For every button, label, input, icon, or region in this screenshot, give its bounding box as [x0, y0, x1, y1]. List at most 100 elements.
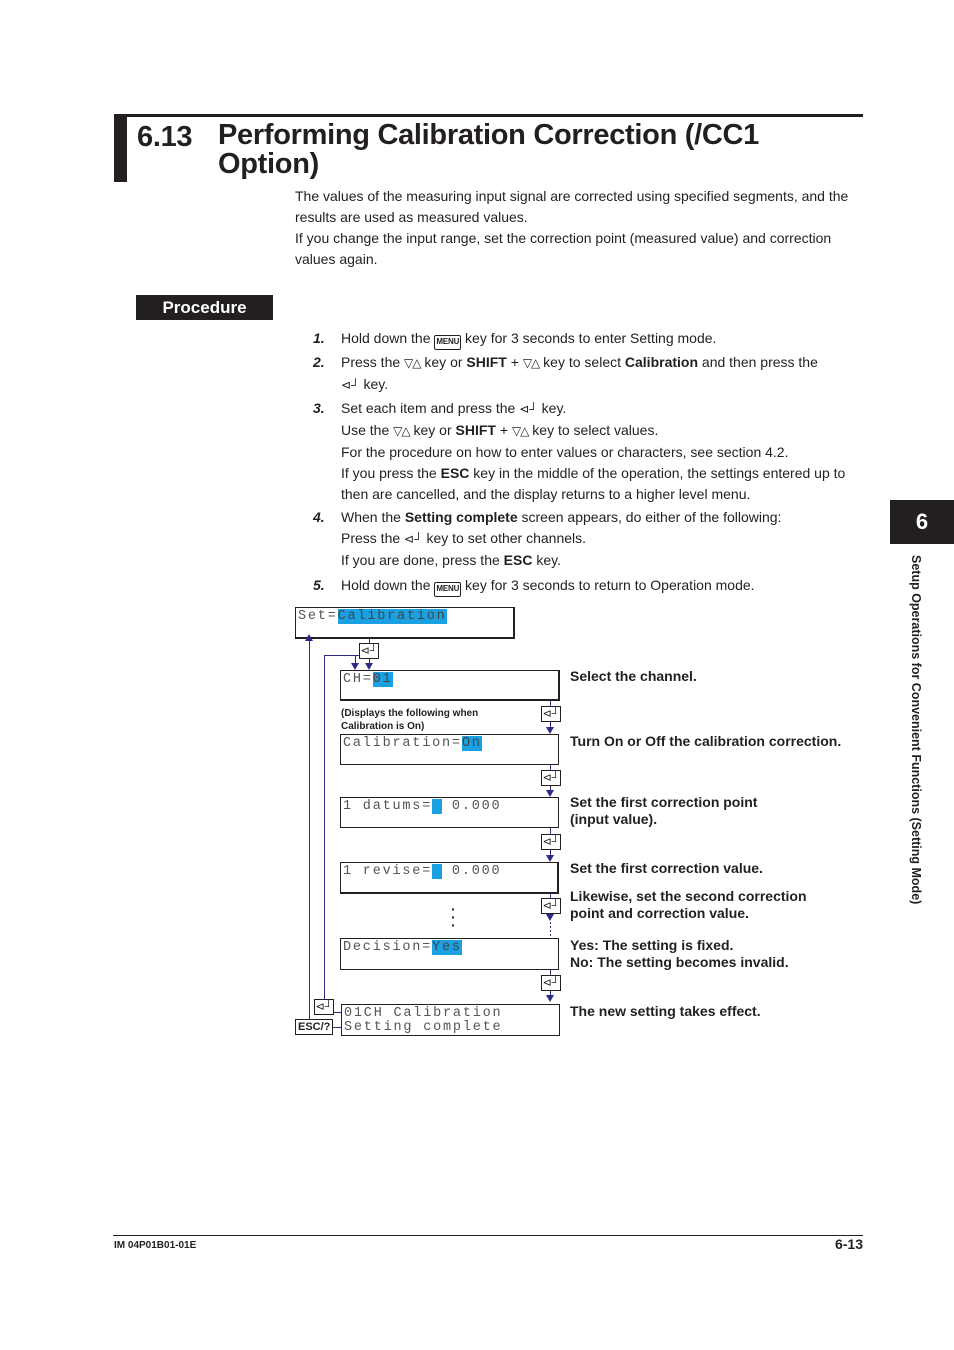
document-id: IM 04P01B01-01E	[114, 1240, 197, 1251]
note-displays-when: (Displays the following when Calibration…	[341, 707, 478, 733]
step-text: Use the	[341, 422, 394, 438]
step-1: 1. Hold down the MENU key for 3 seconds …	[313, 328, 868, 350]
step-text: When the	[341, 509, 405, 525]
arrow-down-icon	[351, 663, 359, 670]
step-text: screen appears, do either of the followi…	[517, 509, 782, 525]
enter-key-icon: ⊲┘	[541, 975, 561, 991]
note-first-value: Set the first correction value.	[570, 860, 763, 876]
step-text: Hold down the	[341, 330, 435, 346]
lcd-datums: 1 datums= 0.000	[340, 797, 559, 828]
intro-text: The values of the measuring input signal…	[295, 186, 865, 270]
step-text: key to select	[539, 354, 625, 370]
step-text: +	[495, 422, 512, 438]
step-number: 2.	[313, 354, 325, 370]
note-line: Set the first correction point	[570, 794, 758, 810]
lcd-value: Calibration	[337, 609, 447, 624]
enter-key-icon: ⊲┘	[519, 402, 538, 416]
step-text: and then press the	[698, 354, 818, 370]
enter-key-icon: ⊲┘	[541, 834, 561, 850]
menu-key-icon: MENU	[434, 582, 462, 597]
lcd-cursor	[432, 799, 443, 814]
note-line: Yes: The setting is fixed.	[570, 937, 734, 953]
step-3: 3. Set each item and press the ⊲┘ key. U…	[313, 398, 868, 505]
step-text: key for 3 seconds to enter Setting mode.	[461, 330, 717, 346]
step-number: 3.	[313, 400, 325, 416]
step-text: key or	[420, 354, 467, 370]
enter-key-icon: ⊲┘	[541, 770, 561, 786]
note-line: point and correction value.	[570, 905, 749, 921]
step-text: For the procedure on how to enter values…	[341, 444, 789, 460]
esc-key-icon: ESC/?	[295, 1019, 334, 1035]
enter-key-icon: ⊲┘	[341, 378, 360, 392]
arrow-down-icon	[546, 727, 554, 734]
note-line: Likewise, set the second correction	[570, 888, 807, 904]
note-takes-effect: The new setting takes effect.	[570, 1003, 761, 1019]
arrow-down-icon	[546, 914, 554, 921]
lcd-set-calibration: Set=Calibration	[295, 607, 515, 639]
lcd-calibration-on: Calibration=On	[340, 734, 559, 765]
step-text: key to set other channels.	[422, 530, 587, 546]
step-text: key to select values.	[528, 422, 659, 438]
lcd-label: CH=	[343, 672, 373, 687]
step-text: key for 3 seconds to return to Operation…	[461, 577, 755, 593]
up-down-key-icon: ▽△	[522, 356, 540, 370]
step-text: Hold down the	[341, 577, 435, 593]
arrow-down-icon	[546, 855, 554, 862]
enter-key-icon: ⊲┘	[404, 532, 423, 546]
arrow-down-icon	[546, 995, 554, 1002]
step-number: 5.	[313, 577, 325, 593]
lcd-line: Setting complete	[344, 1020, 503, 1035]
arrow-down-icon	[546, 790, 554, 797]
setting-complete-label: Setting complete	[404, 509, 518, 525]
note-select-channel: Select the channel.	[570, 668, 697, 684]
note-line: Calibration is On)	[341, 721, 425, 732]
step-text: Set each item and press the	[341, 400, 520, 416]
lcd-value: Yes	[432, 940, 462, 955]
heading-bar	[114, 114, 127, 182]
enter-key-icon: ⊲┘	[359, 643, 379, 659]
lcd-label: 1 revise=	[343, 864, 433, 879]
menu-key-icon: MENU	[434, 335, 462, 350]
section-number: 6.13	[137, 121, 193, 153]
page-number: 6-13	[834, 1236, 863, 1252]
lcd-value: 0.000	[442, 799, 502, 814]
lcd-label: Calibration=	[343, 736, 462, 751]
step-text: key or	[409, 422, 456, 438]
enter-key-icon: ⊲┘	[541, 898, 561, 914]
enter-key-icon: ⊲┘	[541, 706, 561, 722]
step-number: 4.	[313, 509, 325, 525]
up-down-key-icon: ▽△	[393, 424, 410, 438]
up-down-key-icon: ▽△	[511, 424, 529, 438]
intro-paragraph: If you change the input range, set the c…	[295, 230, 832, 267]
lcd-setting-complete: 01CH Calibration Setting complete	[341, 1004, 560, 1036]
page-title: Performing Calibration Correction (/CC1 …	[218, 119, 759, 180]
heading-rule	[127, 114, 863, 117]
step-text: If you are done, press the	[341, 552, 504, 568]
procedure-heading: Procedure	[136, 295, 273, 320]
step-text: Press the	[341, 530, 405, 546]
step-number: 1.	[313, 330, 325, 346]
chapter-tab: 6	[890, 500, 954, 544]
arrow-down-icon	[365, 663, 373, 670]
esc-key-label: ESC	[440, 465, 470, 481]
shift-key-label: SHIFT	[466, 354, 507, 370]
note-likewise: Likewise, set the second correction poin…	[570, 888, 807, 922]
lcd-decision: Decision=Yes	[340, 938, 559, 970]
step-text: key.	[532, 552, 561, 568]
step-text: +	[506, 354, 523, 370]
step-5: 5. Hold down the MENU key for 3 seconds …	[313, 575, 868, 597]
enter-key-icon: ⊲┘	[314, 999, 334, 1015]
footer-rule	[113, 1235, 863, 1236]
lcd-label: Decision=	[343, 940, 433, 955]
step-text: key.	[537, 400, 567, 416]
arrow-up-icon	[305, 634, 313, 641]
chapter-label-text: Setup Operations for Convenient Function…	[909, 555, 923, 905]
up-down-key-icon: ▽△	[404, 356, 421, 370]
step-text: Press the	[341, 354, 405, 370]
step-text: key.	[359, 376, 389, 392]
note-line: (Displays the following when	[341, 708, 479, 719]
lcd-cursor	[432, 864, 443, 879]
esc-key-label: ESC	[503, 552, 533, 568]
flow-line	[334, 1012, 341, 1013]
lcd-channel: CH=01	[340, 670, 560, 701]
